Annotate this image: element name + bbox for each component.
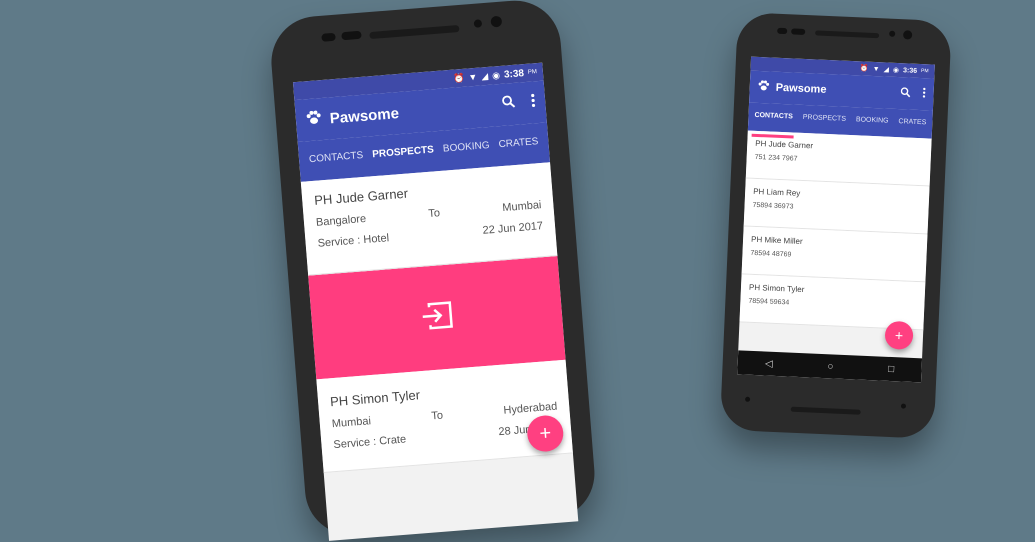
plus-icon: + [538,421,552,445]
search-icon[interactable] [502,95,516,114]
tab-crates[interactable]: CRATES [898,118,926,138]
paw-icon [757,78,770,97]
front-camera [490,15,503,28]
tab-prospects[interactable]: PROSPECTS [802,114,846,135]
sensor [791,28,806,35]
tab-booking[interactable]: BOOKING [443,140,492,171]
swipe-action[interactable] [308,256,566,380]
status-time: 3:36 [902,66,918,75]
contact-name: PH Simon Tyler [748,282,805,295]
to-label: To [427,207,441,220]
tab-booking[interactable]: BOOKING [855,116,889,136]
contact-phone: 78594 48769 [750,249,792,259]
prospect-card[interactable]: PH Jude Garner Bangalore To Mumbai Servi… [300,162,558,276]
contact-item[interactable]: PH Jude Garner 751 234 7967 [745,130,932,187]
service: Service : Hotel [317,232,390,250]
signal-icon: ◢ [480,70,489,81]
contact-item[interactable]: PH Mike Miller 78594 48769 [741,226,928,283]
status-time: 3:38 [503,67,525,81]
status-ampm: PM [920,68,929,75]
battery-icon: ◉ [491,69,501,81]
tab-crates[interactable]: CRATES [498,136,540,166]
contact-name: PH Liam Rey [752,186,801,198]
wifi-icon: ▼ [468,71,478,83]
paw-icon [305,110,322,130]
contact-phone: 751 234 7967 [754,153,798,163]
screen: ⏰ ▼ ◢ ◉ 3:36 PM Pawsome CONTACTS PROSPEC… [737,56,935,383]
more-icon[interactable] [531,93,536,112]
mic-dot [900,403,907,409]
alarm-icon: ⏰ [859,65,869,73]
contact-name: PH Mike Miller [750,234,803,247]
screen: ⏰ ▼ ◢ ◉ 3:38 PM Pawsome CONTACTS PROSPEC… [292,62,579,541]
nav-bar: ◁ ○ □ [737,350,923,383]
home-icon[interactable]: ○ [827,361,834,372]
contact-item[interactable]: PH Liam Rey 75894 36973 [743,178,930,235]
service: Service : Crate [333,433,407,452]
sensor [341,30,362,41]
phone-right: ⏰ ▼ ◢ ◉ 3:36 PM Pawsome CONTACTS PROSPEC… [719,12,952,439]
earpiece [369,25,460,40]
front-camera [902,30,913,40]
recents-icon[interactable]: □ [888,363,895,374]
earpiece [815,30,880,39]
plus-icon: + [894,327,904,344]
search-icon[interactable] [900,84,911,102]
contact-phone: 78594 59634 [748,297,790,307]
app-title: Pawsome [329,104,400,127]
contact-name: PH Jude Garner [755,138,814,151]
signal-icon: ◢ [883,66,890,74]
tab-contacts[interactable]: CONTACTS [754,112,793,133]
bottom-speaker [790,406,861,415]
date: 22 Jun 2017 [482,220,544,237]
add-contact-fab[interactable]: + [884,320,914,350]
front-camera [473,19,483,28]
wifi-icon: ▼ [872,65,880,73]
tab-contacts[interactable]: CONTACTS [309,150,365,181]
back-icon[interactable]: ◁ [765,358,773,369]
to-city: Mumbai [501,199,542,215]
sensor [777,27,788,35]
prospect-card[interactable]: PH Simon Tyler Mumbai To Hyderabad Servi… [316,359,573,474]
more-icon[interactable] [922,85,926,103]
phone-left: ⏰ ▼ ◢ ◉ 3:38 PM Pawsome CONTACTS PROSPEC… [268,0,598,541]
sensor [321,32,336,42]
login-icon[interactable] [419,299,456,337]
alarm-icon: ⏰ [452,72,465,84]
mic-dot [745,396,751,402]
front-camera [889,30,896,37]
to-label: To [430,409,444,423]
status-ampm: PM [527,69,538,76]
to-city: Hyderabad [503,400,558,417]
contact-phone: 75894 36973 [752,201,794,211]
app-title: Pawsome [775,81,827,96]
from-city: Bangalore [315,212,367,229]
battery-icon: ◉ [892,66,900,75]
from-city: Mumbai [331,415,372,431]
